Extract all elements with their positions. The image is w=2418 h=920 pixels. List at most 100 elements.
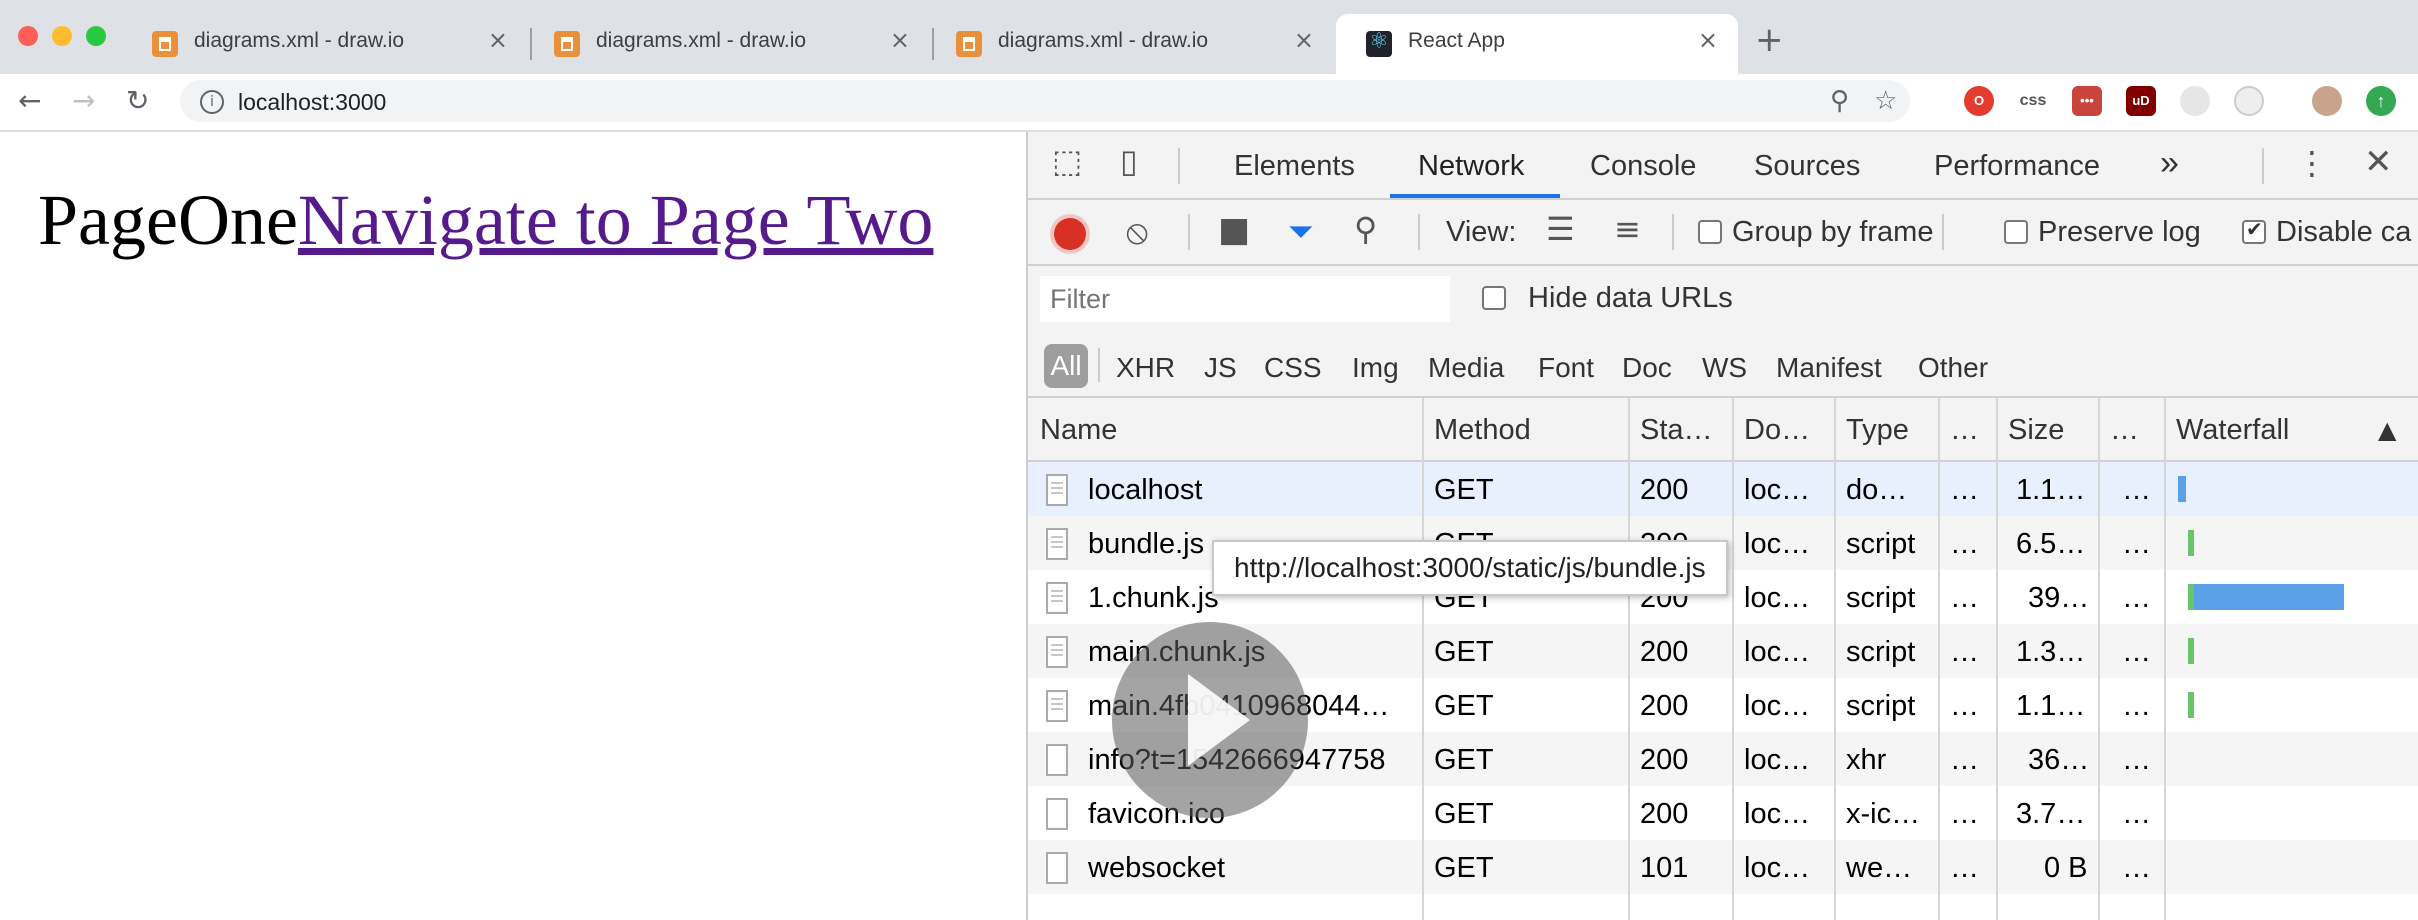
browser-tab-react-app[interactable]: React App × — [1336, 14, 1738, 74]
cell-size: 1.1… — [2016, 474, 2086, 506]
profile-avatar[interactable] — [2312, 86, 2342, 116]
col-method[interactable]: Method — [1434, 414, 1531, 447]
cell-status: 200 — [1640, 474, 1689, 506]
forward-icon[interactable]: → — [72, 84, 95, 117]
col-waterfall[interactable]: Waterfall — [2176, 414, 2289, 447]
column-divider[interactable] — [1938, 398, 1940, 920]
drawio-icon — [956, 31, 982, 57]
more-tabs-icon[interactable]: » — [2160, 144, 2179, 183]
screenshot-icon[interactable]: ■ — [1218, 210, 1250, 250]
tab-network[interactable]: Network — [1418, 150, 1524, 183]
address-url[interactable]: localhost:3000 — [238, 89, 386, 116]
column-divider[interactable] — [2098, 398, 2100, 920]
column-divider[interactable] — [1732, 398, 1734, 920]
minimize-window-button[interactable] — [52, 26, 72, 46]
col-status[interactable]: Sta… — [1640, 414, 1713, 447]
waterfall-bar — [2178, 476, 2186, 502]
grey-extension-icon-2[interactable] — [2234, 86, 2264, 116]
inspect-element-icon[interactable]: ⬚ — [1052, 142, 1082, 180]
clear-icon[interactable]: ⦸ — [1126, 212, 1148, 252]
zoom-window-button[interactable] — [86, 26, 106, 46]
column-divider[interactable] — [1996, 398, 1998, 920]
large-rows-icon[interactable]: ☰ — [1546, 210, 1575, 248]
search-icon[interactable]: ⚲ — [1354, 210, 1377, 248]
tab-title: React App — [1408, 29, 1505, 52]
tab-elements[interactable]: Elements — [1234, 150, 1355, 183]
tab-performance[interactable]: Performance — [1934, 150, 2100, 183]
page-viewport: PageOneNavigate to Page Two — [0, 132, 1026, 920]
zoom-icon[interactable]: ⚲ — [1830, 86, 1849, 116]
disable-cache-checkbox[interactable] — [2242, 217, 2266, 244]
bookmark-star-icon[interactable]: ☆ — [1874, 86, 1897, 116]
col-name[interactable]: Name — [1040, 414, 1117, 447]
waterfall-bar — [2188, 692, 2194, 718]
separator — [1178, 148, 1180, 184]
tab-close-icon[interactable]: × — [1294, 26, 1314, 54]
cell-time: … — [2122, 528, 2151, 560]
type-css[interactable]: CSS — [1264, 352, 1322, 384]
type-xhr[interactable]: XHR — [1116, 352, 1175, 384]
browser-tab-2[interactable]: diagrams.xml - draw.io × — [524, 14, 930, 74]
browser-tab-3[interactable]: diagrams.xml - draw.io × — [926, 14, 1334, 74]
type-js[interactable]: JS — [1204, 352, 1237, 384]
cell-initiator: … — [1950, 636, 1979, 668]
type-other[interactable]: Other — [1918, 352, 1988, 384]
new-tab-button[interactable]: + — [1755, 20, 1784, 60]
address-bar[interactable]: i localhost:3000 ⚲ ☆ — [180, 80, 1910, 122]
cell-initiator: … — [1950, 582, 1979, 614]
column-divider[interactable] — [1628, 398, 1630, 920]
overview-icon[interactable]: ≡ — [1614, 210, 1641, 248]
cell-name: websocket — [1088, 852, 1226, 884]
tab-close-icon[interactable]: × — [890, 26, 910, 54]
ublock-extension-icon[interactable]: uD — [2126, 86, 2156, 116]
device-toolbar-icon[interactable]: ▯ — [1120, 142, 1138, 180]
dots-extension-icon[interactable]: ••• — [2072, 86, 2102, 116]
hide-data-urls-checkbox[interactable] — [1482, 286, 1506, 310]
table-row[interactable] — [1028, 840, 2418, 894]
tab-console[interactable]: Console — [1590, 150, 1696, 183]
cell-size: 1.1… — [2016, 690, 2086, 722]
col-size[interactable]: Size — [2008, 414, 2064, 447]
type-media[interactable]: Media — [1428, 352, 1504, 384]
type-ws[interactable]: WS — [1702, 352, 1747, 384]
col-type[interactable]: Type — [1846, 414, 1909, 447]
col-time[interactable]: … — [2110, 414, 2139, 447]
css-extension-icon[interactable]: css — [2018, 86, 2048, 116]
play-video-icon[interactable] — [1112, 622, 1308, 818]
update-icon[interactable]: ↑ — [2366, 86, 2396, 116]
col-initiator[interactable]: … — [1950, 414, 1979, 447]
col-domain[interactable]: Do… — [1744, 414, 1810, 447]
cell-status: 200 — [1640, 798, 1689, 830]
table-row[interactable] — [1028, 462, 2418, 516]
close-devtools-icon[interactable]: ✕ — [2364, 142, 2393, 182]
navigate-to-page-two-link[interactable]: Navigate to Page Two — [298, 180, 933, 260]
cell-domain: loc… — [1744, 528, 1811, 560]
type-manifest[interactable]: Manifest — [1776, 352, 1882, 384]
column-divider[interactable] — [2164, 398, 2166, 920]
type-img[interactable]: Img — [1352, 352, 1399, 384]
kebab-menu-icon[interactable]: ⋮ — [2296, 144, 2328, 182]
grey-extension-icon[interactable] — [2180, 86, 2210, 116]
filter-icon[interactable]: ⏷ — [1288, 212, 1314, 251]
reload-icon[interactable]: ↻ — [126, 84, 149, 117]
type-font[interactable]: Font — [1538, 352, 1594, 384]
group-by-frame-label: Group by frame — [1732, 216, 1934, 248]
info-icon[interactable]: i — [200, 90, 224, 114]
record-button[interactable] — [1054, 218, 1086, 250]
filter-input[interactable] — [1040, 276, 1450, 322]
type-all[interactable]: All — [1044, 344, 1088, 388]
type-doc[interactable]: Doc — [1622, 352, 1672, 384]
separator — [1672, 214, 1674, 250]
back-icon[interactable]: ← — [18, 84, 41, 117]
cell-method: GET — [1434, 744, 1494, 776]
column-divider[interactable] — [1422, 398, 1424, 920]
tab-close-icon[interactable]: × — [488, 26, 508, 54]
tab-close-icon[interactable]: × — [1698, 26, 1718, 54]
opera-extension-icon[interactable]: O — [1964, 86, 1994, 116]
close-window-button[interactable] — [18, 26, 38, 46]
preserve-log-checkbox[interactable] — [2004, 220, 2028, 244]
browser-tab-1[interactable]: diagrams.xml - draw.io × — [122, 14, 528, 74]
tab-sources[interactable]: Sources — [1754, 150, 1860, 183]
group-by-frame-checkbox[interactable] — [1698, 220, 1722, 244]
column-divider[interactable] — [1834, 398, 1836, 920]
